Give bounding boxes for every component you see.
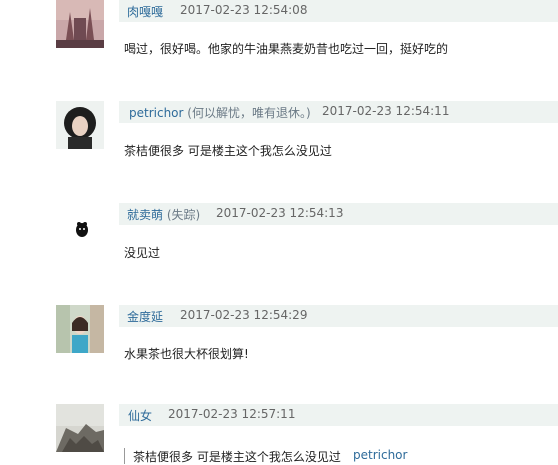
username[interactable]: 金度延 xyxy=(127,310,163,324)
avatar[interactable] xyxy=(56,101,104,149)
avatar[interactable] xyxy=(56,0,104,48)
username-link[interactable]: 仙女 xyxy=(128,407,152,424)
comment-header: 仙女 2017-02-23 12:57:11 xyxy=(119,404,558,426)
username-link[interactable]: petrichor (何以解忧，唯有退休。) xyxy=(129,104,311,121)
comment-text: 水果茶也很大杯很划算! xyxy=(124,347,249,361)
quote-bar xyxy=(124,448,125,464)
quoted-username[interactable]: petrichor xyxy=(353,448,407,462)
username-link[interactable]: 肉嘎嘎 xyxy=(127,3,163,20)
quoted-text: 茶桔便很多 可是楼主这个我怎么没见过 xyxy=(133,450,341,464)
user-tag: (失踪) xyxy=(166,208,201,222)
username[interactable]: petrichor xyxy=(129,106,183,120)
comment-header: petrichor (何以解忧，唯有退休。) 2017-02-23 12:54:… xyxy=(119,101,558,123)
comment-text: 茶桔便很多 可是楼主这个我怎么没见过 xyxy=(124,144,332,158)
avatar[interactable] xyxy=(56,203,104,251)
comment-header: 肉嘎嘎 2017-02-23 12:54:08 xyxy=(119,0,558,22)
avatar[interactable] xyxy=(56,305,104,353)
comment-header: 金度延 2017-02-23 12:54:29 xyxy=(119,305,558,327)
timestamp: 2017-02-23 12:54:13 xyxy=(216,206,344,220)
timestamp: 2017-02-23 12:54:08 xyxy=(180,3,308,17)
username-link[interactable]: 金度延 xyxy=(127,308,163,325)
username[interactable]: 仙女 xyxy=(128,409,152,423)
username-link[interactable]: 就卖萌 (失踪) xyxy=(127,206,200,223)
comment-text: 没见过 xyxy=(124,246,161,260)
username[interactable]: 就卖萌 xyxy=(127,208,163,222)
avatar[interactable] xyxy=(56,404,104,452)
comment-header: 就卖萌 (失踪) 2017-02-23 12:54:13 xyxy=(119,203,558,225)
timestamp: 2017-02-23 12:54:11 xyxy=(322,104,450,118)
timestamp: 2017-02-23 12:54:29 xyxy=(180,308,308,322)
comment-text: 喝过，很好喝。他家的牛油果燕麦奶昔也吃过一回，挺好吃的 xyxy=(124,42,449,56)
user-tag: (何以解忧，唯有退休。) xyxy=(187,106,311,120)
username[interactable]: 肉嘎嘎 xyxy=(127,5,163,19)
timestamp: 2017-02-23 12:57:11 xyxy=(168,407,296,421)
